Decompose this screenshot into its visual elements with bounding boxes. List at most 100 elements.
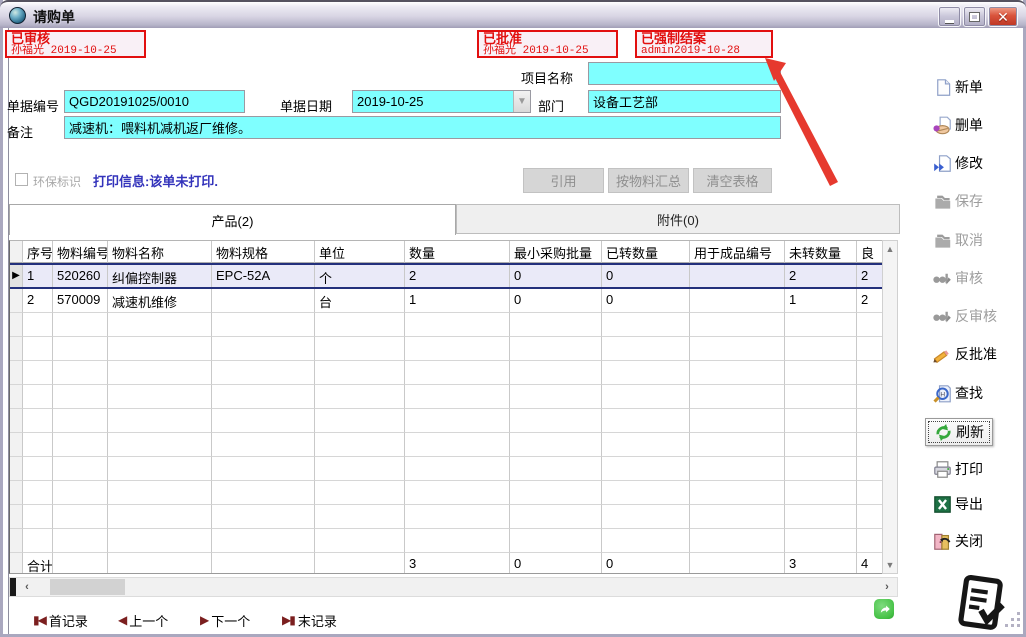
table-cell[interactable] <box>690 265 785 287</box>
table-cell[interactable]: 1 <box>785 289 857 313</box>
table-cell[interactable] <box>785 457 857 481</box>
table-cell[interactable]: 1 <box>23 265 53 287</box>
table-cell[interactable]: 3 <box>785 553 857 574</box>
column-header[interactable]: 物料名称 <box>108 241 212 263</box>
table-cell[interactable] <box>857 313 882 337</box>
table-cell[interactable]: 1 <box>405 289 510 313</box>
table-cell[interactable]: 2 <box>405 265 510 287</box>
table-cell[interactable] <box>23 505 53 529</box>
table-cell[interactable]: EPC-52A <box>212 265 315 287</box>
table-cell[interactable] <box>53 361 108 385</box>
table-vertical-scrollbar[interactable]: ▲ ▼ <box>882 240 898 574</box>
table-cell[interactable]: 减速机维修 <box>108 289 212 313</box>
doc-no-field[interactable] <box>64 90 245 113</box>
table-cell[interactable] <box>857 385 882 409</box>
sidebar-button-search[interactable]: H查找 <box>933 380 983 406</box>
table-cell[interactable] <box>53 337 108 361</box>
table-cell[interactable] <box>405 433 510 457</box>
table-cell[interactable] <box>510 481 602 505</box>
table-cell[interactable] <box>212 337 315 361</box>
column-header[interactable]: 序号 <box>23 241 53 263</box>
table-cell[interactable] <box>315 337 405 361</box>
sidebar-button-edit-doc[interactable]: 修改 <box>933 150 983 176</box>
table-cell[interactable] <box>108 337 212 361</box>
row-indicator[interactable] <box>10 241 23 263</box>
table-cell[interactable] <box>108 457 212 481</box>
scroll-left-icon[interactable]: ‹ <box>18 578 36 596</box>
table-cell[interactable]: 0 <box>602 265 690 287</box>
row-indicator[interactable] <box>10 553 23 574</box>
table-cell[interactable] <box>23 313 53 337</box>
table-cell[interactable] <box>315 481 405 505</box>
row-indicator[interactable] <box>10 529 23 553</box>
table-cell[interactable] <box>510 505 602 529</box>
table-cell[interactable]: 0 <box>510 553 602 574</box>
total-label[interactable]: 合计 <box>23 553 53 574</box>
table-cell[interactable] <box>785 361 857 385</box>
remark-field[interactable] <box>64 116 781 139</box>
table-cell[interactable] <box>602 529 690 553</box>
table-cell[interactable] <box>108 481 212 505</box>
table-cell[interactable] <box>785 337 857 361</box>
table-empty-row[interactable] <box>10 313 882 337</box>
column-header[interactable]: 良 <box>857 241 882 263</box>
quote-button[interactable]: 引用 <box>523 168 604 193</box>
table-cell[interactable]: 2 <box>23 289 53 313</box>
table-cell[interactable]: 纠偏控制器 <box>108 265 212 287</box>
table-cell[interactable] <box>690 313 785 337</box>
table-cell[interactable] <box>53 385 108 409</box>
table-cell[interactable]: 4 <box>857 553 882 574</box>
eco-checkbox[interactable] <box>15 173 28 186</box>
table-cell[interactable] <box>315 505 405 529</box>
table-cell[interactable] <box>315 313 405 337</box>
table-cell[interactable] <box>53 409 108 433</box>
table-cell[interactable] <box>23 529 53 553</box>
table-cell[interactable] <box>405 409 510 433</box>
column-header[interactable]: 数量 <box>405 241 510 263</box>
table-empty-row[interactable] <box>10 385 882 409</box>
sidebar-button-new-doc[interactable]: 新单 <box>933 74 983 100</box>
table-cell[interactable] <box>315 409 405 433</box>
table-cell[interactable] <box>857 361 882 385</box>
sidebar-button-refresh[interactable]: 刷新 <box>925 418 993 446</box>
table-cell[interactable] <box>690 361 785 385</box>
table-empty-row[interactable] <box>10 457 882 481</box>
sidebar-button-printer[interactable]: 打印 <box>933 456 983 482</box>
sidebar-button-pencil[interactable]: 反批准 <box>933 341 997 367</box>
table-cell[interactable] <box>690 337 785 361</box>
table-cell[interactable] <box>857 529 882 553</box>
table-cell[interactable] <box>315 529 405 553</box>
table-cell[interactable] <box>108 433 212 457</box>
table-cell[interactable] <box>315 361 405 385</box>
table-cell[interactable] <box>405 481 510 505</box>
table-cell[interactable] <box>785 481 857 505</box>
table-cell[interactable] <box>510 361 602 385</box>
table-cell[interactable] <box>53 505 108 529</box>
table-cell[interactable]: 2 <box>857 265 882 287</box>
table-cell[interactable] <box>23 433 53 457</box>
table-cell[interactable] <box>785 505 857 529</box>
table-cell[interactable] <box>108 553 212 574</box>
table-cell[interactable] <box>510 337 602 361</box>
table-empty-row[interactable] <box>10 409 882 433</box>
column-header[interactable]: 单位 <box>315 241 405 263</box>
doc-date-combo[interactable] <box>352 90 531 113</box>
row-indicator[interactable] <box>10 505 23 529</box>
sidebar-button-save[interactable]: 保存 <box>933 188 983 214</box>
row-indicator[interactable] <box>10 289 23 313</box>
table-cell[interactable] <box>212 313 315 337</box>
table-cell[interactable] <box>212 361 315 385</box>
table-empty-row[interactable] <box>10 433 882 457</box>
table-cell[interactable] <box>405 337 510 361</box>
row-indicator[interactable] <box>10 337 23 361</box>
table-cell[interactable] <box>602 481 690 505</box>
table-cell[interactable]: 0 <box>510 289 602 313</box>
table-cell[interactable] <box>510 385 602 409</box>
scroll-down-icon[interactable]: ▼ <box>883 557 897 573</box>
table-cell[interactable] <box>510 529 602 553</box>
column-header[interactable]: 物料规格 <box>212 241 315 263</box>
table-cell[interactable] <box>690 289 785 313</box>
sidebar-button-cancel[interactable]: 取消 <box>933 227 983 253</box>
table-cell[interactable] <box>405 457 510 481</box>
table-cell[interactable]: 520260 <box>53 265 108 287</box>
